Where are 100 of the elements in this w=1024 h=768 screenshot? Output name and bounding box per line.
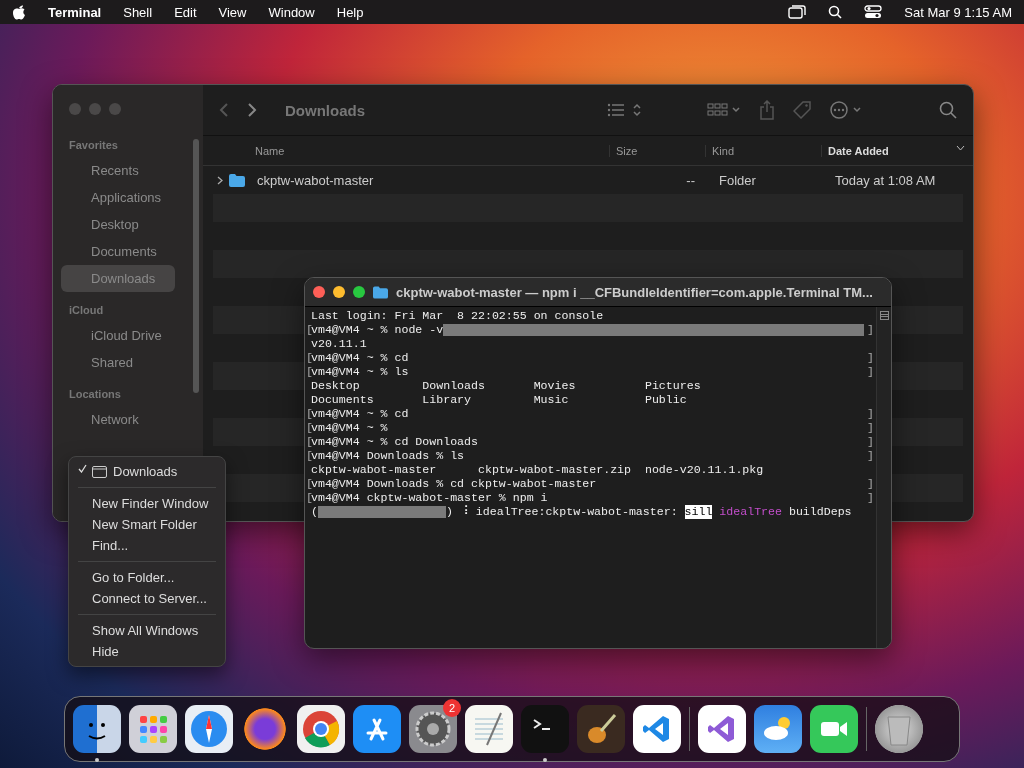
notification-badge: 2 xyxy=(443,699,461,717)
forward-icon[interactable] xyxy=(247,102,257,118)
terminal-text: vm4@VM4 ~ % ls xyxy=(311,365,409,379)
minimize-button[interactable] xyxy=(333,286,345,298)
terminal-text: ckptw-wabot-master ckptw-wabot-master.zip node-v20.11.1.pkg xyxy=(311,463,764,477)
compass-icon[interactable] xyxy=(185,705,233,753)
line-marker: ] xyxy=(867,435,874,449)
file-size: -- xyxy=(685,172,696,188)
line-marker: ] xyxy=(867,351,874,365)
file-name[interactable]: ckptw-wabot-master xyxy=(251,172,380,188)
control-center-icon[interactable] xyxy=(864,5,883,19)
menu-item[interactable]: Connect to Server... xyxy=(74,588,220,609)
disclosure-icon[interactable] xyxy=(217,175,223,185)
sidebar-item[interactable]: Desktop xyxy=(61,211,175,238)
sidebar-item[interactable]: Shared xyxy=(61,349,175,376)
menu-item[interactable]: New Smart Folder xyxy=(74,514,220,535)
terminal-text: vm4@VM4 ~ % cd xyxy=(311,407,409,421)
running-indicator xyxy=(543,758,547,762)
notepad-icon[interactable] xyxy=(465,705,513,753)
terminal-text: v20.11.1 xyxy=(311,337,367,351)
terminal-text: vm4@VM4 ~ % xyxy=(311,421,388,435)
terminal-text: sill xyxy=(684,505,713,519)
column-header[interactable]: Name xyxy=(249,144,609,157)
line-marker: ] xyxy=(867,365,874,379)
terminal-text: Documents Library Music Public xyxy=(311,393,687,407)
sidebar-item[interactable]: Applications xyxy=(61,184,175,211)
window-title: ckptw-wabot-master — npm i __CFBundleIdentifier=com.apple.Terminal TM... xyxy=(396,284,873,300)
sidebar-item[interactable]: iCloud Drive xyxy=(61,322,175,349)
menu-item-label: Downloads xyxy=(113,464,178,479)
terminal-text: vm4@VM4 Downloads % ls xyxy=(311,449,465,463)
sidebar-item[interactable]: Documents xyxy=(61,238,175,265)
line-marker: ] xyxy=(867,491,874,505)
menu-item[interactable]: Shell xyxy=(123,4,153,20)
menu-item[interactable]: Downloads xyxy=(74,461,220,482)
line-marker: ] xyxy=(867,407,874,421)
app-store-icon[interactable] xyxy=(353,705,401,753)
zoom-button[interactable] xyxy=(353,286,365,298)
file-kind: Folder xyxy=(718,172,757,188)
terminal-text: ( xyxy=(311,505,318,519)
menu-item[interactable]: Go to Folder... xyxy=(74,567,220,588)
trash-icon[interactable] xyxy=(875,705,923,753)
line-marker: [ xyxy=(306,365,313,379)
line-marker: [ xyxy=(306,491,313,505)
terminal-text: idealTree xyxy=(719,505,782,519)
terminal-text: Last login: Fri Mar 8 22:02:55 on console xyxy=(311,309,604,323)
line-marker: ] xyxy=(867,449,874,463)
apple-logo-icon[interactable] xyxy=(12,4,26,20)
sidebar-item[interactable]: Recents xyxy=(61,157,175,184)
line-marker: [ xyxy=(306,477,313,491)
app-menu[interactable]: Terminal xyxy=(48,4,102,20)
line-marker: ] xyxy=(867,323,874,337)
terminal-text: vm4@VM4 ~ % cd xyxy=(311,351,409,365)
more-icon[interactable] xyxy=(829,100,863,120)
line-marker: [ xyxy=(306,323,313,337)
windows-icon[interactable] xyxy=(788,5,807,19)
terminal-text: Desktop Downloads Movies Pictures xyxy=(311,379,701,393)
split-pane-icon[interactable] xyxy=(879,311,889,320)
grid-view-icon[interactable] xyxy=(707,102,741,118)
column-header[interactable]: Size xyxy=(609,144,705,157)
chevron-down-icon xyxy=(956,144,965,151)
finder-icon[interactable] xyxy=(73,705,121,753)
terminal-text: buildDeps xyxy=(787,505,852,519)
sidebar-item[interactable]: Network xyxy=(61,406,175,433)
terminal-text: vm4@VM4 ~ % cd Downloads xyxy=(311,435,478,449)
date-added: Today at 1:08 AM xyxy=(834,172,937,188)
close-button[interactable] xyxy=(313,286,325,298)
menu-item[interactable]: Hide xyxy=(74,641,220,662)
menu-item[interactable]: New Finder Window xyxy=(74,493,220,514)
visual-studio-icon[interactable] xyxy=(698,705,746,753)
folder-icon xyxy=(229,173,245,187)
menu-item[interactable]: Help xyxy=(336,4,364,20)
line-marker: [ xyxy=(306,407,313,421)
menu-item[interactable]: Window xyxy=(268,4,315,20)
chrome-icon[interactable] xyxy=(297,705,345,753)
terminal-icon[interactable] xyxy=(521,705,569,753)
guitar-icon[interactable] xyxy=(577,705,625,753)
menu-item[interactable]: Find... xyxy=(74,535,220,556)
window-title: Downloads xyxy=(285,101,365,119)
line-marker: ] xyxy=(867,421,874,435)
terminal-text: vm4@VM4 ckptw-wabot-master % npm i xyxy=(311,491,548,505)
search-icon[interactable] xyxy=(828,5,843,19)
launchpad-icon[interactable] xyxy=(129,705,177,753)
weather-icon[interactable] xyxy=(754,705,802,753)
menu-item[interactable]: View xyxy=(218,4,247,20)
clock[interactable]: Sat Mar 9 1:15 AM xyxy=(904,4,1012,20)
code-editor-icon[interactable] xyxy=(633,705,681,753)
sidebar-heading: Favorites xyxy=(68,138,119,153)
line-marker: [ xyxy=(306,435,313,449)
line-marker: [ xyxy=(306,351,313,365)
menu-item[interactable]: Edit xyxy=(174,4,197,20)
menu-item[interactable]: Show All Windows xyxy=(74,620,220,641)
terminal-text: vm4@VM4 ~ % node -v xyxy=(311,323,444,337)
list-view-icon[interactable] xyxy=(607,102,641,118)
line-marker: ] xyxy=(867,477,874,491)
video-camera-icon[interactable] xyxy=(810,705,858,753)
terminal-text: vm4@VM4 Downloads % cd ckptw-wabot-master xyxy=(311,477,597,491)
column-header[interactable]: Date Added xyxy=(821,144,973,157)
scrollbar[interactable] xyxy=(193,139,199,393)
column-header[interactable]: Kind xyxy=(705,144,821,157)
gear-icon[interactable] xyxy=(409,705,457,753)
